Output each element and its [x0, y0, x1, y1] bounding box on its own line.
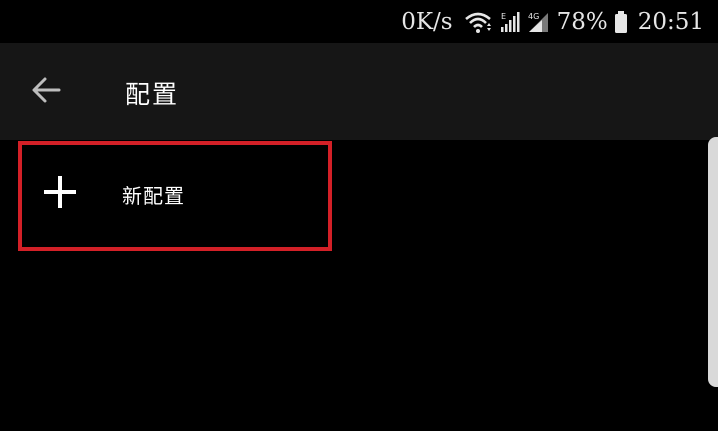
- signal-e-icon: E: [499, 10, 521, 34]
- back-button[interactable]: [20, 66, 72, 118]
- signal-4g-icon: 4G: [527, 10, 549, 34]
- signal-e-label: E: [501, 12, 506, 21]
- scroll-edge: [708, 137, 718, 387]
- new-config-label: 新配置: [122, 184, 185, 208]
- app-bar: 配置: [0, 43, 718, 140]
- battery-icon: [614, 10, 628, 34]
- page-title: 配置: [125, 80, 180, 109]
- wifi-icon: [463, 10, 493, 34]
- plus-icon: [44, 176, 76, 208]
- status-indicators: 0K/s E 4G 78% 20:51: [401, 6, 704, 38]
- clock: 20:51: [637, 9, 704, 35]
- arrow-left-icon: [30, 76, 62, 108]
- battery-percent: 78%: [556, 9, 608, 35]
- network-speed: 0K/s: [401, 9, 453, 35]
- status-bar: 0K/s E 4G 78% 20:51: [0, 0, 718, 43]
- signal-4g-label: 4G: [528, 12, 539, 21]
- new-config-item[interactable]: 新配置: [20, 143, 326, 246]
- content-area: 新配置: [0, 140, 718, 431]
